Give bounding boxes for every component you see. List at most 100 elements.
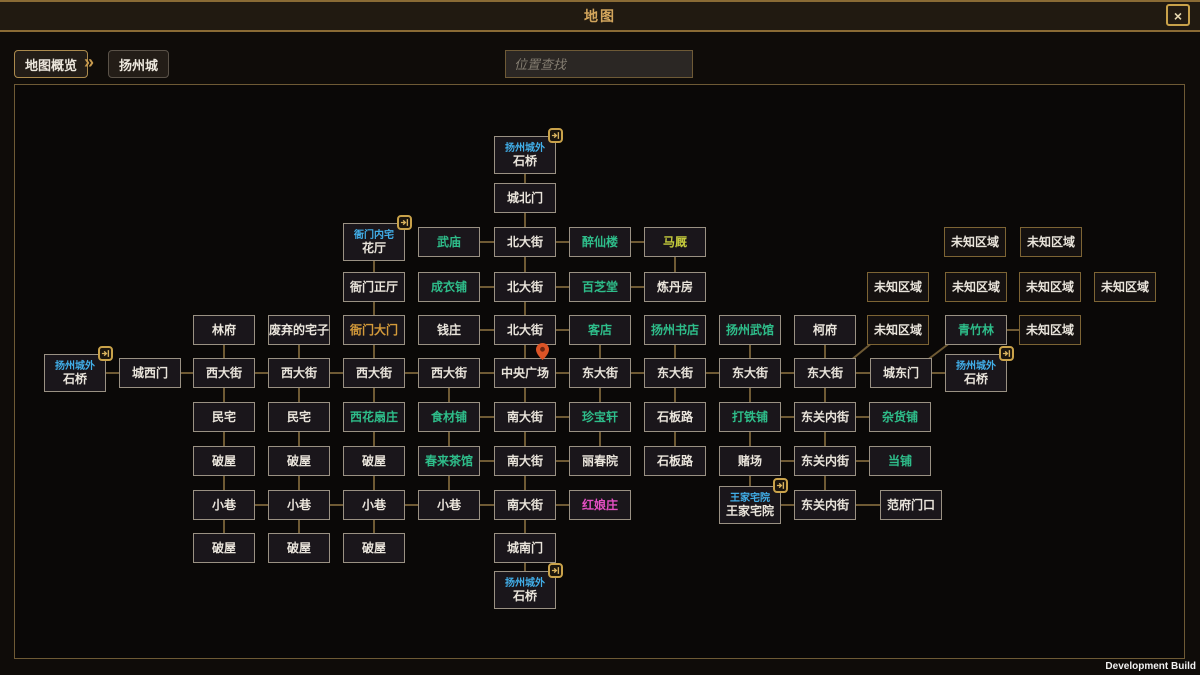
node-label: 废弃的宅子 xyxy=(269,324,329,337)
map-node-zuixianlou[interactable]: 醉仙楼 xyxy=(569,227,631,257)
node-label: 客店 xyxy=(588,324,612,337)
map-node-xidajie2[interactable]: 西大街 xyxy=(268,358,330,388)
map-node-kedian[interactable]: 客店 xyxy=(569,315,631,345)
node-label: 北大街 xyxy=(507,324,543,337)
map-node-yamen-neizhai[interactable]: 衙门内宅花厅 xyxy=(343,223,405,261)
map-node-nandajie1[interactable]: 南大街 xyxy=(494,402,556,432)
map-node-unk-c2[interactable]: 未知区域 xyxy=(1019,315,1081,345)
node-label: 花厅 xyxy=(362,242,386,255)
map-node-qiao-s[interactable]: 扬州城外石桥 xyxy=(494,571,556,609)
node-label: 破屋 xyxy=(287,455,311,468)
map-node-qiao-w[interactable]: 扬州城外石桥 xyxy=(44,354,106,392)
node-label: 东关内街 xyxy=(801,499,849,512)
map-node-chengyipu[interactable]: 成衣铺 xyxy=(418,272,480,302)
map-node-beidajie2[interactable]: 北大街 xyxy=(494,272,556,302)
map-node-qingzhulin[interactable]: 青竹林 xyxy=(945,315,1007,345)
map-node-unk-a1[interactable]: 未知区域 xyxy=(944,227,1006,257)
map-node-chengdongmen[interactable]: 城东门 xyxy=(870,358,932,388)
map-node-xihuashanzhuang[interactable]: 西花扇庄 xyxy=(343,402,405,432)
map-node-feiqizhaizi[interactable]: 废弃的宅子 xyxy=(268,315,330,345)
map-node-datiepu[interactable]: 打铁铺 xyxy=(719,402,781,432)
location-search-input[interactable] xyxy=(505,50,693,78)
map-node-zhenbaoxuan[interactable]: 珍宝轩 xyxy=(569,402,631,432)
map-node-lichunyuan[interactable]: 丽春院 xyxy=(569,446,631,476)
map-node-chunlai[interactable]: 春来茶馆 xyxy=(418,446,480,476)
map-node-dongdajie2[interactable]: 东大街 xyxy=(644,358,706,388)
node-label: 城西门 xyxy=(132,367,168,380)
map-node-xidajie3[interactable]: 西大街 xyxy=(343,358,405,388)
map-node-chengbeimen[interactable]: 城北门 xyxy=(494,183,556,213)
map-node-beidajie1[interactable]: 北大街 xyxy=(494,227,556,257)
node-label: 未知区域 xyxy=(874,324,922,337)
map-node-chengnanmen[interactable]: 城南门 xyxy=(494,533,556,563)
map-node-xiaoxiang3[interactable]: 小巷 xyxy=(343,490,405,520)
node-label: 衙门大门 xyxy=(350,324,398,337)
node-label: 石板路 xyxy=(657,455,693,468)
map-node-hongniangzhuang[interactable]: 红娘庄 xyxy=(569,490,631,520)
map-node-unk-b2[interactable]: 未知区域 xyxy=(945,272,1007,302)
map-node-kefu[interactable]: 柯府 xyxy=(794,315,856,345)
map-node-shibanlu1[interactable]: 石板路 xyxy=(644,402,706,432)
map-node-dongdajie3[interactable]: 东大街 xyxy=(719,358,781,388)
map-node-minzhai2[interactable]: 民宅 xyxy=(268,402,330,432)
map-node-dongdajie4[interactable]: 东大街 xyxy=(794,358,856,388)
map-node-shibanlu2[interactable]: 石板路 xyxy=(644,446,706,476)
map-node-powu6[interactable]: 破屋 xyxy=(343,533,405,563)
map-node-shudian[interactable]: 扬州书店 xyxy=(644,315,706,345)
map-node-xiaoxiang4[interactable]: 小巷 xyxy=(418,490,480,520)
node-label: 南大街 xyxy=(507,499,543,512)
map-node-majiu[interactable]: 马厩 xyxy=(644,227,706,257)
map-node-unk-c1[interactable]: 未知区域 xyxy=(867,315,929,345)
node-label: 未知区域 xyxy=(874,281,922,294)
map-node-wuguan[interactable]: 扬州武馆 xyxy=(719,315,781,345)
map-node-liandanfang[interactable]: 炼丹房 xyxy=(644,272,706,302)
map-node-linfu[interactable]: 林府 xyxy=(193,315,255,345)
node-label: 成衣铺 xyxy=(431,281,467,294)
map-node-xiaoxiang2[interactable]: 小巷 xyxy=(268,490,330,520)
map-node-wumiao[interactable]: 武庙 xyxy=(418,227,480,257)
map-node-dangpu[interactable]: 当铺 xyxy=(869,446,931,476)
map-node-baizhitang[interactable]: 百芝堂 xyxy=(569,272,631,302)
map-node-nandajie2[interactable]: 南大街 xyxy=(494,446,556,476)
map-node-powu2[interactable]: 破屋 xyxy=(268,446,330,476)
map-node-wangjia[interactable]: 王家宅院王家宅院 xyxy=(719,486,781,524)
close-button[interactable]: × xyxy=(1166,4,1190,26)
node-label: 小巷 xyxy=(212,499,236,512)
map-node-unk-a2[interactable]: 未知区域 xyxy=(1020,227,1082,257)
map-node-minzhai1[interactable]: 民宅 xyxy=(193,402,255,432)
map-node-duchang[interactable]: 赌场 xyxy=(719,446,781,476)
map-node-dongguan2[interactable]: 东关内街 xyxy=(794,446,856,476)
map-node-qiao-n[interactable]: 扬州城外石桥 xyxy=(494,136,556,174)
map-node-nandajie3[interactable]: 南大街 xyxy=(494,490,556,520)
map-node-unk-b3[interactable]: 未知区域 xyxy=(1019,272,1081,302)
map-node-unk-b1[interactable]: 未知区域 xyxy=(867,272,929,302)
map-node-zhongyang[interactable]: 中央广场 xyxy=(494,358,556,388)
map-node-qiao-e[interactable]: 扬州城外石桥 xyxy=(945,354,1007,392)
map-node-dongdajie1[interactable]: 东大街 xyxy=(569,358,631,388)
map-node-xidajie4[interactable]: 西大街 xyxy=(418,358,480,388)
map-node-chengximen[interactable]: 城西门 xyxy=(119,358,181,388)
map-node-qianzhuang[interactable]: 钱庄 xyxy=(418,315,480,345)
breadcrumb-map-overview[interactable]: 地图概览 xyxy=(14,50,88,78)
exit-transition-icon xyxy=(548,563,563,578)
top-bar: 地图概览 » 扬州城 xyxy=(0,46,1200,82)
map-node-beidajie3[interactable]: 北大街 xyxy=(494,315,556,345)
node-label: 南大街 xyxy=(507,411,543,424)
node-label: 范府门口 xyxy=(887,499,935,512)
map-node-xidajie1[interactable]: 西大街 xyxy=(193,358,255,388)
map-node-powu5[interactable]: 破屋 xyxy=(268,533,330,563)
map-node-xiaoxiang1[interactable]: 小巷 xyxy=(193,490,255,520)
map-node-yamen-zhengting[interactable]: 衙门正厅 xyxy=(343,272,405,302)
map-node-powu1[interactable]: 破屋 xyxy=(193,446,255,476)
map-node-powu4[interactable]: 破屋 xyxy=(193,533,255,563)
map-node-dongguan3[interactable]: 东关内街 xyxy=(794,490,856,520)
map-node-dongguan1[interactable]: 东关内街 xyxy=(794,402,856,432)
map-node-yamen-damen[interactable]: 衙门大门 xyxy=(343,315,405,345)
node-label: 中央广场 xyxy=(501,367,549,380)
map-node-shicaipu[interactable]: 食材铺 xyxy=(418,402,480,432)
breadcrumb-current-city[interactable]: 扬州城 xyxy=(108,50,169,78)
map-node-fanfu[interactable]: 范府门口 xyxy=(880,490,942,520)
map-node-unk-b4[interactable]: 未知区域 xyxy=(1094,272,1156,302)
map-node-powu3[interactable]: 破屋 xyxy=(343,446,405,476)
map-node-zahuopu[interactable]: 杂货铺 xyxy=(869,402,931,432)
